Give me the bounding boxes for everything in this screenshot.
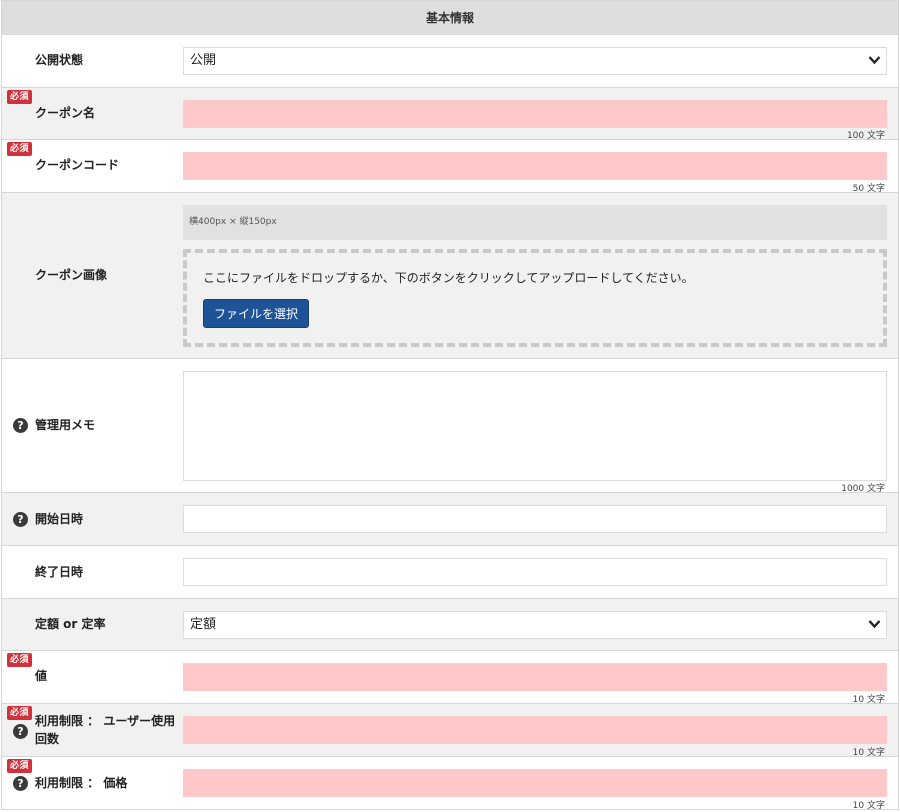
basic-info-form: 基本情報 公開状態 公開 必須 クーポン名 100 文字 必須 クーポンコード … xyxy=(1,0,899,811)
help-icon[interactable]: ? xyxy=(13,418,28,433)
required-badge: 必須 xyxy=(7,706,33,720)
help-icon[interactable]: ? xyxy=(13,512,28,527)
end-date-label: 終了日時 xyxy=(35,565,84,579)
coupon-image-label: クーポン画像 xyxy=(35,268,108,282)
status-select-value: 公開 xyxy=(183,47,887,75)
row-memo: ? 管理用メモ 1000 文字 xyxy=(2,359,898,494)
value-label: 値 xyxy=(35,669,48,683)
row-coupon-name: 必須 クーポン名 100 文字 xyxy=(2,88,898,141)
row-status: 公開状態 公開 xyxy=(2,35,898,88)
choose-file-button[interactable]: ファイルを選択 xyxy=(203,299,310,328)
row-value: 必須 値 10 文字 xyxy=(2,651,898,705)
value-input[interactable] xyxy=(183,663,887,691)
price-limit-counter: 10 文字 xyxy=(852,801,885,811)
required-badge: 必須 xyxy=(7,90,33,104)
help-icon[interactable]: ? xyxy=(13,724,28,739)
status-label: 公開状態 xyxy=(35,53,84,67)
image-upload-area: 横400px × 縦150px ここにファイルをドロップするか、下のボタンをクリ… xyxy=(183,205,887,347)
file-drop-zone[interactable]: ここにファイルをドロップするか、下のボタンをクリックしてアップロードしてください… xyxy=(183,249,887,347)
start-date-input[interactable] xyxy=(183,505,887,533)
chevron-down-icon xyxy=(868,620,881,629)
discount-type-select[interactable]: 定額 xyxy=(183,611,887,639)
row-discount-type: 定額 or 定率 定額 xyxy=(2,599,898,651)
memo-textarea[interactable] xyxy=(183,371,887,481)
image-size-hint: 横400px × 縦150px xyxy=(183,205,887,240)
end-date-input[interactable] xyxy=(183,558,887,586)
required-badge: 必須 xyxy=(7,759,33,773)
drop-instructions: ここにファイルをドロップするか、下のボタンをクリックしてアップロードしてください… xyxy=(203,271,694,285)
help-icon[interactable]: ? xyxy=(13,776,28,791)
user-usage-limit-label: 利用制限 ： ユーザー使用 回数 xyxy=(35,712,175,748)
row-end-date: 終了日時 xyxy=(2,546,898,599)
start-date-label: 開始日時 xyxy=(35,512,84,526)
coupon-name-label: クーポン名 xyxy=(35,106,96,120)
user-usage-limit-label-line1: 利用制限 ： ユーザー使用 xyxy=(35,714,176,728)
row-user-usage-limit: 必須 ? 利用制限 ： ユーザー使用 回数 10 文字 xyxy=(2,704,898,758)
user-usage-limit-input[interactable] xyxy=(183,716,887,744)
price-limit-input[interactable] xyxy=(183,769,887,797)
row-coupon-code: 必須 クーポンコード 50 文字 xyxy=(2,140,898,194)
memo-label: 管理用メモ xyxy=(35,418,96,432)
row-start-date: ? 開始日時 xyxy=(2,493,898,546)
row-price-limit: 必須 ? 利用制限 ： 価格 10 文字 xyxy=(2,757,898,811)
coupon-code-label: クーポンコード xyxy=(35,158,120,172)
section-header: 基本情報 xyxy=(2,1,898,35)
required-badge: 必須 xyxy=(7,653,33,667)
discount-type-value: 定額 xyxy=(183,611,887,639)
discount-type-label: 定額 or 定率 xyxy=(35,617,106,631)
coupon-name-input[interactable] xyxy=(183,100,887,128)
coupon-code-input[interactable] xyxy=(183,152,887,180)
status-select[interactable]: 公開 xyxy=(183,47,887,75)
chevron-down-icon xyxy=(868,56,881,65)
row-coupon-image: クーポン画像 横400px × 縦150px ここにファイルをドロップするか、下… xyxy=(2,193,898,359)
user-usage-limit-label-line2: 回数 xyxy=(35,732,60,746)
required-badge: 必須 xyxy=(7,142,33,156)
price-limit-label: 利用制限 ： 価格 xyxy=(35,776,128,790)
